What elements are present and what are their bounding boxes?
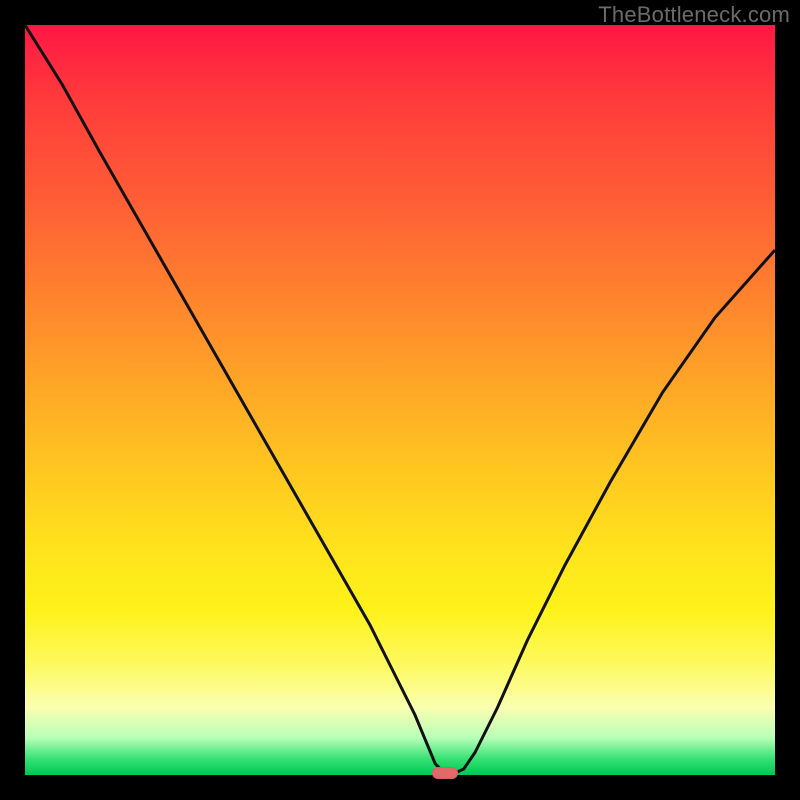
chart-stage: TheBottleneck.com [0, 0, 800, 800]
bottleneck-curve [25, 25, 775, 774]
optimum-marker [432, 767, 458, 779]
curve-layer [25, 25, 775, 775]
plot-area [25, 25, 775, 775]
